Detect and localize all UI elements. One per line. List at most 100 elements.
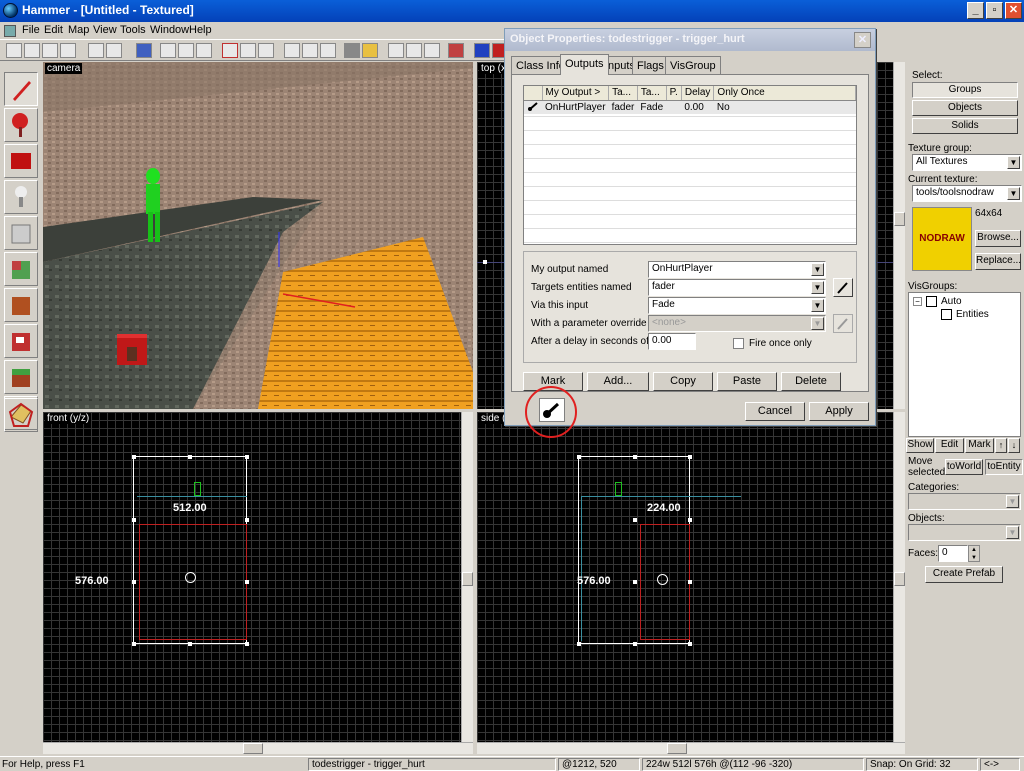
- dialog-close-icon[interactable]: ✕: [854, 32, 871, 48]
- up-arrow-icon[interactable]: ↑: [995, 438, 1007, 453]
- grid-icon[interactable]: [42, 43, 58, 58]
- texture-preview[interactable]: NODRAW: [912, 207, 972, 271]
- block-tool-icon[interactable]: [4, 216, 38, 250]
- menu-help[interactable]: Help: [189, 24, 212, 36]
- overlay-tool-icon[interactable]: [4, 360, 38, 394]
- outputs-list[interactable]: My Output > Ta... Ta... P. Delay Only On…: [523, 85, 857, 245]
- via-input-combo[interactable]: Fade ▼: [648, 297, 826, 314]
- side-hscroll[interactable]: [477, 742, 905, 754]
- groups-button[interactable]: Groups: [912, 82, 1018, 98]
- create-prefab-button[interactable]: Create Prefab: [925, 566, 1003, 583]
- edit-button[interactable]: Edit: [935, 438, 964, 453]
- browse-button[interactable]: Browse...: [975, 230, 1021, 247]
- minimize-button[interactable]: _: [967, 2, 984, 19]
- param-combo[interactable]: <none> ▼: [648, 315, 826, 332]
- apply-texture-icon[interactable]: [4, 288, 38, 322]
- collapse-icon[interactable]: −: [913, 297, 922, 306]
- objects-button[interactable]: Objects: [912, 100, 1018, 116]
- magnify-tool-icon[interactable]: [4, 108, 38, 142]
- to-entity-button[interactable]: toEntity: [985, 459, 1023, 475]
- hide-icon[interactable]: [344, 43, 360, 58]
- group-icon[interactable]: [88, 43, 104, 58]
- down-arrow-icon[interactable]: ↓: [1008, 438, 1020, 453]
- menu-tools[interactable]: Tools: [120, 24, 146, 36]
- cancel-button[interactable]: Cancel: [745, 402, 805, 421]
- decal-tool-icon[interactable]: [4, 324, 38, 358]
- table-row[interactable]: OnHurtPlayer fader Fade 0.00 No: [524, 100, 856, 114]
- current-texture-select[interactable]: tools/toolsnodraw ▼: [912, 185, 1022, 202]
- menu-edit[interactable]: Edit: [44, 24, 63, 36]
- faces-input[interactable]: 0: [938, 545, 968, 562]
- box-icon[interactable]: [240, 43, 256, 58]
- eyedropper-icon[interactable]: [833, 278, 853, 297]
- eyedropper-icon[interactable]: [833, 314, 853, 333]
- tab-outputs[interactable]: Outputs: [560, 54, 609, 75]
- col-target-input[interactable]: Ta...: [637, 86, 667, 101]
- vertex-tool-icon[interactable]: [4, 398, 38, 432]
- solids-button[interactable]: Solids: [912, 118, 1018, 134]
- delay-input[interactable]: 0.00: [648, 333, 696, 350]
- col-param[interactable]: P.: [666, 86, 682, 101]
- texture-group-select[interactable]: All Textures ▼: [912, 154, 1022, 171]
- box-icon[interactable]: [258, 43, 274, 58]
- cordon-icon[interactable]: [222, 43, 238, 58]
- paste-icon[interactable]: [320, 43, 336, 58]
- top-vscroll[interactable]: [893, 62, 905, 409]
- texture-icon[interactable]: [136, 43, 152, 58]
- grid-icon[interactable]: [6, 43, 22, 58]
- menu-file[interactable]: File: [22, 24, 40, 36]
- cut-icon[interactable]: [284, 43, 300, 58]
- faces-spinner-icon[interactable]: ▲ ▼: [968, 545, 980, 562]
- selection-tool-icon[interactable]: [4, 72, 38, 106]
- entity-report-icon[interactable]: [474, 43, 490, 58]
- auto-checkbox[interactable]: [926, 296, 937, 307]
- entities-checkbox[interactable]: [941, 309, 952, 320]
- tl-icon[interactable]: [424, 43, 440, 58]
- visgroups-tree[interactable]: − Auto Entities: [908, 292, 1021, 437]
- group-icon[interactable]: [106, 43, 122, 58]
- replace-button[interactable]: Replace...: [975, 253, 1021, 270]
- grid-icon[interactable]: [24, 43, 40, 58]
- my-output-combo[interactable]: OnHurtPlayer ▼: [648, 261, 826, 278]
- show-button[interactable]: Show: [906, 438, 934, 453]
- fire-once-checkbox[interactable]: [733, 338, 744, 349]
- apply-button[interactable]: Apply: [809, 402, 869, 421]
- texture-application-icon[interactable]: [4, 252, 38, 286]
- copy-button[interactable]: Copy: [653, 372, 713, 391]
- add-button[interactable]: Add...: [587, 372, 649, 391]
- paste-button[interactable]: Paste: [717, 372, 777, 391]
- tab-flags[interactable]: Flags: [632, 56, 669, 74]
- col-target[interactable]: Ta...: [608, 86, 638, 101]
- categories-select[interactable]: ▼: [908, 493, 1021, 510]
- side-vscroll[interactable]: [893, 412, 905, 742]
- front-viewport[interactable]: front (y/z) 512.00 576.00: [43, 412, 461, 742]
- tab-visgroup[interactable]: VisGroup: [665, 56, 721, 74]
- ignore-groups-icon[interactable]: [196, 43, 212, 58]
- col-delay[interactable]: Delay: [681, 86, 715, 101]
- objects-select[interactable]: ▼: [908, 524, 1021, 541]
- copy-icon[interactable]: [302, 43, 318, 58]
- entity-tool-icon[interactable]: [4, 180, 38, 214]
- camera-tool-icon[interactable]: [4, 144, 38, 178]
- toggle-icon[interactable]: [362, 43, 378, 58]
- close-window-button[interactable]: ✕: [1005, 2, 1022, 19]
- menu-window[interactable]: Window: [150, 24, 189, 36]
- transform-icon[interactable]: [406, 43, 422, 58]
- delete-button[interactable]: Delete: [781, 372, 841, 391]
- grid-icon[interactable]: [60, 43, 76, 58]
- targets-combo[interactable]: fader ▼: [648, 279, 826, 296]
- run-map-icon[interactable]: [448, 43, 464, 58]
- hollow-icon[interactable]: [178, 43, 194, 58]
- menu-map[interactable]: Map: [68, 24, 89, 36]
- maximize-button[interactable]: ▫: [986, 2, 1003, 19]
- mark-visgroup-button[interactable]: Mark: [965, 438, 994, 453]
- front-hscroll[interactable]: [43, 742, 473, 754]
- to-world-button[interactable]: toWorld: [945, 459, 983, 475]
- col-my-output[interactable]: My Output >: [542, 86, 610, 101]
- col-only-once[interactable]: Only Once: [713, 86, 856, 101]
- side-viewport[interactable]: side (x/ 224.00 576.00: [477, 412, 893, 742]
- camera-viewport[interactable]: camera: [43, 62, 473, 409]
- selection-icon[interactable]: [388, 43, 404, 58]
- carve-icon[interactable]: [160, 43, 176, 58]
- front-vscroll[interactable]: [461, 412, 473, 742]
